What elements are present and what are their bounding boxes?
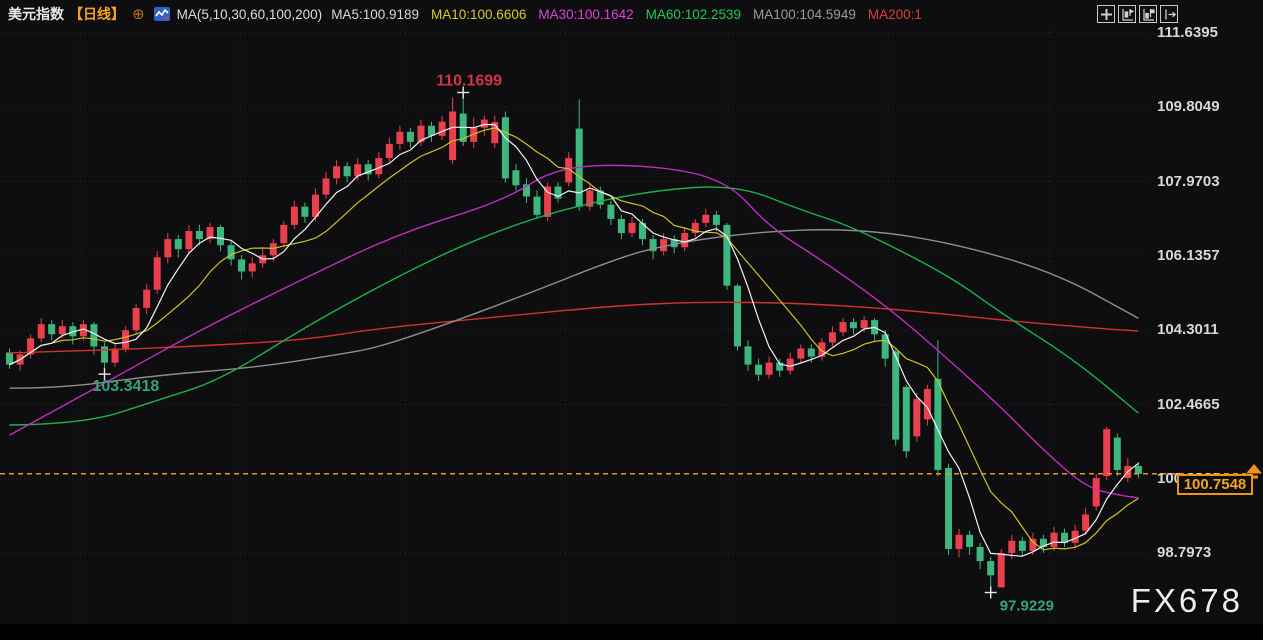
ma-value-ma60: MA60:102.2539 xyxy=(646,7,741,22)
kline-chart-icon[interactable] xyxy=(154,7,170,21)
ma-value-ma30: MA30:100.1642 xyxy=(538,7,633,22)
circle-plus-icon[interactable]: ⊕ xyxy=(132,7,145,22)
ma-legend: MA5:100.9189 MA10:100.6606 MA30:100.1642 MA… xyxy=(331,7,922,22)
kline-pennant-icon[interactable] xyxy=(1139,5,1157,23)
exit-panel-icon[interactable] xyxy=(1160,5,1178,23)
svg-text:103.3418: 103.3418 xyxy=(93,378,160,395)
symbol-title: 美元指数 xyxy=(8,4,64,24)
chart-window: 110.1699 103.3418 97.9229 美元指数 【日线】 ⊕ MA(5… xyxy=(0,0,1263,635)
kline-flag-icon[interactable] xyxy=(1118,5,1136,23)
price-axis-label: 98.7973 xyxy=(1157,544,1257,561)
period-label[interactable]: 【日线】 xyxy=(69,4,125,24)
price-axis-label: 109.8049 xyxy=(1157,98,1257,115)
price-axis-label: 104.3011 xyxy=(1157,321,1257,338)
price-axis-label: 111.6395 xyxy=(1157,24,1257,41)
chart-header: 美元指数 【日线】 ⊕ MA(5,10,30,60,100,200) MA5:1… xyxy=(8,3,922,25)
price-axis-label: 107.9703 xyxy=(1157,173,1257,190)
price-chart-canvas[interactable]: 110.1699 103.3418 97.9229 xyxy=(0,0,1263,635)
svg-text:110.1699: 110.1699 xyxy=(436,73,502,90)
price-axis-label: 106.1357 xyxy=(1157,247,1257,264)
ma-value-ma100: MA100:104.5949 xyxy=(753,7,856,22)
price-axis-label: 102.4665 xyxy=(1157,396,1257,413)
svg-text:97.9229: 97.9229 xyxy=(1000,598,1054,615)
current-price-tag: 100.7548 xyxy=(1177,474,1253,495)
crosshair-move-icon[interactable] xyxy=(1097,5,1115,23)
ma-value-ma5: MA5:100.9189 xyxy=(331,7,419,22)
ma-value-ma200: MA200:1 xyxy=(868,7,922,22)
ma-value-ma10: MA10:100.6606 xyxy=(431,7,526,22)
ma-settings-label: MA(5,10,30,60,100,200) xyxy=(177,7,323,22)
chart-toolbar xyxy=(1097,5,1178,23)
bottom-bar xyxy=(0,624,1263,635)
fx678-watermark: FX678 xyxy=(1131,582,1243,620)
